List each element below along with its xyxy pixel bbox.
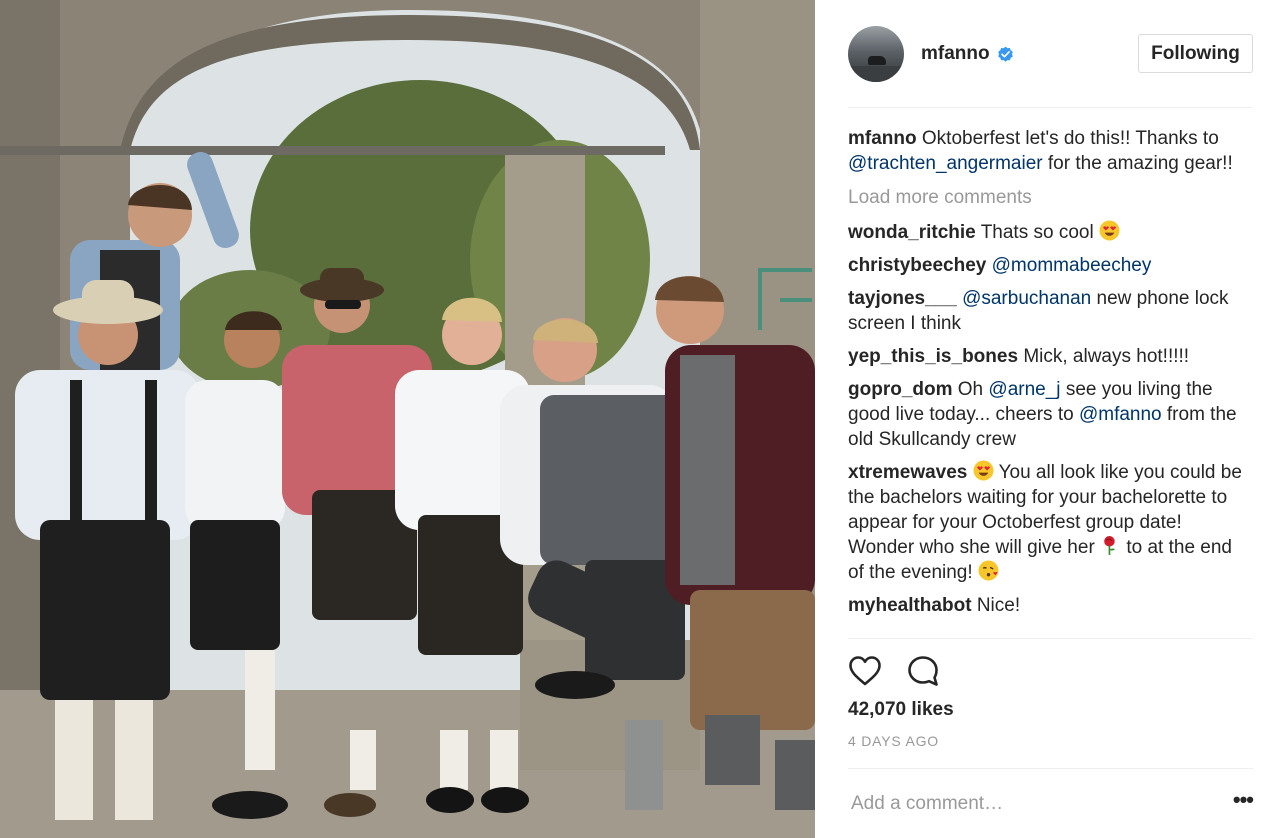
caption-username[interactable]: mfanno <box>848 128 917 149</box>
post-actions: 42,070 likes 4 DAYS AGO <box>848 638 1253 749</box>
comment-text: Mick, always hot!!!!! <box>1023 346 1190 367</box>
avatar[interactable] <box>848 26 904 82</box>
comment-text: Thats so cool <box>980 222 1094 243</box>
comment-mention[interactable]: @mommabeechey <box>992 255 1152 276</box>
comment-username[interactable]: tayjones___ <box>848 288 957 309</box>
comment-mention[interactable]: @mfanno <box>1079 404 1162 425</box>
comment-text: Nice! <box>976 595 1021 616</box>
heart-eyes-emoji-icon <box>973 460 994 481</box>
avatar-ground <box>848 66 904 82</box>
post-photo[interactable] <box>0 0 815 838</box>
following-button[interactable]: Following <box>1138 34 1253 73</box>
comment-username[interactable]: myhealthabot <box>848 595 972 616</box>
add-comment-bar: ••• <box>848 768 1254 838</box>
load-more-comments-link[interactable]: Load more comments <box>848 185 1253 210</box>
verified-badge-icon <box>997 46 1013 62</box>
comment-username[interactable]: christybeechey <box>848 255 986 276</box>
comment: myhealthabot Nice! <box>848 593 1253 618</box>
comment: xtremewaves You all look like you could … <box>848 460 1253 585</box>
comment-username[interactable]: xtremewaves <box>848 462 967 483</box>
comment: tayjones___ @sarbuchanan new phone lock … <box>848 286 1253 336</box>
header-username[interactable]: mfanno <box>921 43 990 65</box>
comments-list: mfanno Oktoberfest let's do this!! Thank… <box>848 126 1253 639</box>
comment-text: Oh <box>957 379 984 400</box>
comment-username[interactable]: gopro_dom <box>848 379 953 400</box>
post-time[interactable]: 4 DAYS AGO <box>848 733 1253 749</box>
caption-mention[interactable]: @trachten_angermaier <box>848 153 1043 174</box>
caption-text-after: for the amazing gear!! <box>1047 153 1233 174</box>
comment: yep_this_is_bones Mick, always hot!!!!! <box>848 344 1253 369</box>
heart-icon[interactable] <box>848 655 882 687</box>
add-comment-input[interactable] <box>848 792 1208 815</box>
post-header: mfanno Following <box>848 22 1253 108</box>
group-photo-illustration <box>0 0 815 838</box>
likes-count[interactable]: 42,070 likes <box>848 699 1253 721</box>
caption-text: Oktoberfest let's do this!! Thanks to <box>921 128 1219 149</box>
heart-eyes-emoji-icon <box>1099 220 1120 241</box>
rose-emoji-icon <box>1104 536 1115 555</box>
more-options-button[interactable]: ••• <box>1233 788 1254 813</box>
comment: gopro_dom Oh @arne_j see you living the … <box>848 377 1253 452</box>
speech-bubble-icon[interactable] <box>907 655 941 687</box>
comment-mention[interactable]: @arne_j <box>988 379 1060 400</box>
header-user: mfanno <box>921 43 1014 65</box>
comment-username[interactable]: yep_this_is_bones <box>848 346 1018 367</box>
avatar-car <box>868 56 886 65</box>
comment-username[interactable]: wonda_ritchie <box>848 222 976 243</box>
post-side-panel: mfanno Following mfanno Oktoberfest let'… <box>815 0 1283 838</box>
comment-mention[interactable]: @sarbuchanan <box>962 288 1091 309</box>
kissing-heart-emoji-icon <box>978 560 999 581</box>
comment: wonda_ritchie Thats so cool <box>848 220 1253 245</box>
caption: mfanno Oktoberfest let's do this!! Thank… <box>848 126 1253 176</box>
comment: christybeechey @mommabeechey <box>848 253 1253 278</box>
action-icons <box>848 655 1253 691</box>
